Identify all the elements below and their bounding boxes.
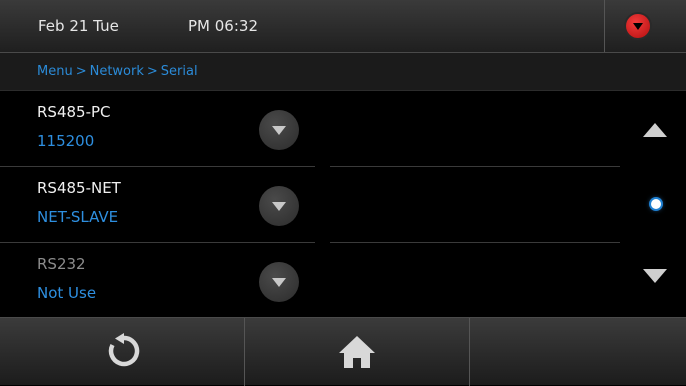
serial-settings-screen: Feb 21 Tue PM 06:32 Menu > Network > Serial … bbox=[0, 0, 686, 386]
breadcrumb-bar: Menu > Network > Serial bbox=[0, 53, 686, 91]
header-divider bbox=[604, 0, 605, 52]
port-label: RS485-PC bbox=[37, 103, 111, 121]
scroll-position-dot bbox=[651, 199, 661, 209]
port-value: Not Use bbox=[37, 284, 97, 302]
list-item-rs485-net[interactable]: RS485-NET NET-SLAVE bbox=[0, 167, 620, 242]
refresh-icon bbox=[108, 333, 140, 367]
date-display: Feb 21 Tue bbox=[38, 17, 119, 35]
breadcrumb-menu[interactable]: Menu bbox=[37, 64, 73, 79]
home-icon bbox=[339, 336, 375, 368]
chevron-down-icon[interactable] bbox=[259, 110, 299, 150]
list-item-rs232[interactable]: RS232 Not Use bbox=[0, 243, 620, 318]
breadcrumb-serial: Serial bbox=[160, 64, 198, 79]
refresh-button[interactable] bbox=[0, 318, 244, 386]
scroll-controls bbox=[620, 91, 686, 317]
status-bar: Feb 21 Tue PM 06:32 bbox=[0, 0, 686, 53]
dropdown-menu-icon[interactable] bbox=[626, 14, 650, 38]
footer-bar bbox=[0, 317, 686, 386]
port-label: RS485-NET bbox=[37, 179, 121, 197]
port-value: NET-SLAVE bbox=[37, 208, 119, 226]
breadcrumb-separator: > bbox=[146, 64, 158, 79]
breadcrumb-separator: > bbox=[75, 64, 87, 79]
chevron-down-icon[interactable] bbox=[259, 262, 299, 302]
empty-footer-slot bbox=[470, 318, 686, 386]
breadcrumb-network[interactable]: Network bbox=[90, 64, 144, 79]
chevron-down-icon[interactable] bbox=[259, 186, 299, 226]
breadcrumb: Menu > Network > Serial bbox=[37, 64, 198, 79]
port-value: 115200 bbox=[37, 132, 95, 150]
serial-port-list: RS485-PC 115200 RS485-NET NET-SLAVE RS23… bbox=[0, 91, 620, 317]
arrow-up-icon[interactable] bbox=[643, 123, 667, 137]
time-display: PM 06:32 bbox=[188, 17, 258, 35]
arrow-down-icon[interactable] bbox=[643, 269, 667, 283]
home-button[interactable] bbox=[245, 318, 469, 386]
list-item-rs485-pc[interactable]: RS485-PC 115200 bbox=[0, 91, 620, 166]
port-label: RS232 bbox=[37, 255, 86, 273]
